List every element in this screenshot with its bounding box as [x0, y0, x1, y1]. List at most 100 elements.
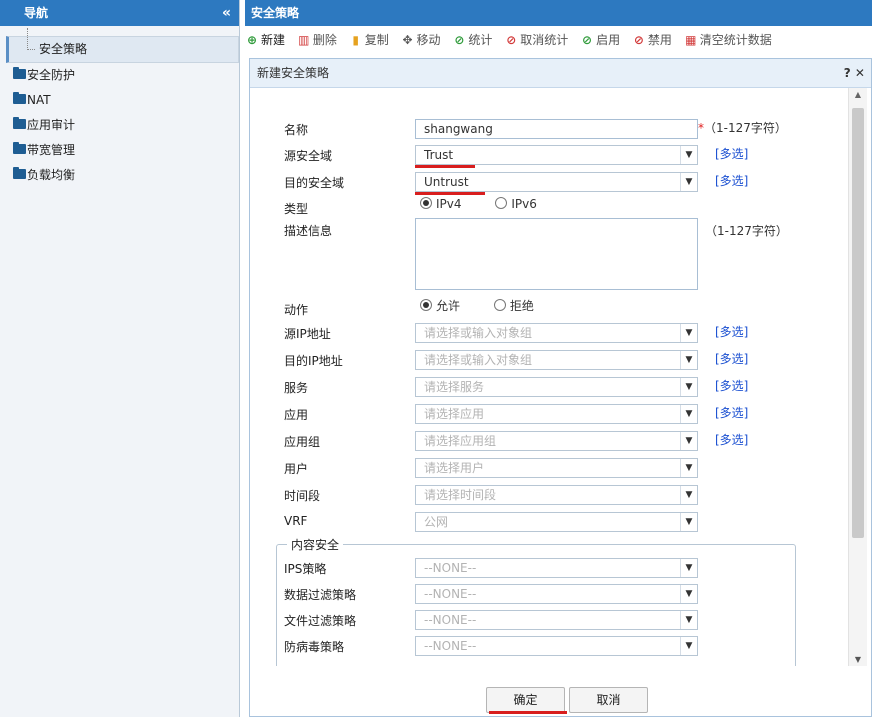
- service-label: 服务: [284, 381, 309, 395]
- ipv4-label: IPv4: [436, 197, 462, 211]
- app-group-select[interactable]: 请选择应用组 ▼: [415, 431, 698, 451]
- description-label: 描述信息: [284, 224, 333, 238]
- antivirus-value: --NONE--: [424, 639, 477, 653]
- toolbar: ⊕ 新建 ▥ 删除 ▮ 复制 ✥ 移动 ⊘ 统计 ⊘ 取消统计 ⊘ 启用 ⊘ 禁用 ▦ 清空统计数…: [245, 26, 872, 54]
- ipv6-radio[interactable]: [495, 197, 508, 209]
- file-filter-label: 文件过滤策略: [284, 614, 357, 628]
- chevron-down-icon[interactable]: ▼: [680, 146, 697, 164]
- chevron-down-icon[interactable]: ▼: [680, 486, 697, 504]
- file-filter-select[interactable]: --NONE-- ▼: [415, 610, 698, 630]
- red-underline: [415, 165, 475, 168]
- user-select[interactable]: 请选择用户 ▼: [415, 458, 698, 478]
- folder-icon: [13, 167, 26, 179]
- allow-radio[interactable]: [420, 299, 432, 311]
- app-group-label: 应用组: [284, 435, 321, 449]
- folder-icon: [13, 92, 26, 104]
- data-filter-select[interactable]: --NONE-- ▼: [415, 584, 698, 604]
- stats-button[interactable]: ⊘ 统计: [452, 26, 492, 54]
- antivirus-select[interactable]: --NONE-- ▼: [415, 636, 698, 656]
- dst-zone-select[interactable]: Untrust ▼: [415, 172, 698, 192]
- vrf-select[interactable]: 公网 ▼: [415, 512, 698, 532]
- time-range-select[interactable]: 请选择时间段 ▼: [415, 485, 698, 505]
- nav-item-security-policy[interactable]: 安全策略: [6, 28, 239, 63]
- scroll-up-icon[interactable]: ▲: [849, 90, 867, 99]
- application-select[interactable]: 请选择应用 ▼: [415, 404, 698, 424]
- chevron-down-icon[interactable]: ▼: [680, 324, 697, 342]
- nav-item-label: NAT: [27, 93, 51, 107]
- dst-zone-value: Untrust: [424, 175, 469, 189]
- dst-zone-multi-link[interactable]: [多选]: [715, 172, 748, 189]
- content-security-legend: 内容安全: [287, 536, 344, 553]
- ips-policy-label: IPS策略: [284, 562, 327, 576]
- application-label: 应用: [284, 408, 309, 422]
- chevron-down-icon[interactable]: ▼: [680, 637, 697, 655]
- application-multi-link[interactable]: [多选]: [715, 404, 748, 421]
- service-multi-link[interactable]: [多选]: [715, 377, 748, 394]
- chevron-down-icon[interactable]: ▼: [680, 459, 697, 477]
- src-zone-label: 源安全域: [284, 149, 333, 163]
- src-ip-placeholder: 请选择或输入对象组: [424, 326, 533, 340]
- service-select[interactable]: 请选择服务 ▼: [415, 377, 698, 397]
- ban-icon: ⊘: [633, 33, 644, 47]
- nav-header: 导航 «: [0, 0, 239, 26]
- nav-item-security-protection[interactable]: 安全防护: [0, 63, 239, 88]
- new-policy-dialog: 新建安全策略 ? ✕ 名称 shangwang *（1-127字符） 源安全域 …: [249, 58, 872, 717]
- chevron-down-icon[interactable]: ▼: [680, 351, 697, 369]
- description-textarea[interactable]: [415, 218, 698, 290]
- clear-stats-icon: ▦: [685, 33, 697, 47]
- src-ip-select[interactable]: 请选择或输入对象组 ▼: [415, 323, 698, 343]
- cancel-icon: ⊘: [506, 33, 517, 47]
- chevron-down-icon[interactable]: ▼: [680, 611, 697, 629]
- chevron-down-icon[interactable]: ▼: [680, 559, 697, 577]
- chevron-down-icon[interactable]: ▼: [680, 585, 697, 603]
- nav-item-nat[interactable]: NAT: [0, 88, 239, 113]
- dst-ip-select[interactable]: 请选择或输入对象组 ▼: [415, 350, 698, 370]
- form-scrollbar[interactable]: ▲ ▼: [848, 88, 867, 666]
- deny-radio[interactable]: [493, 299, 506, 311]
- deny-label: 拒绝: [509, 299, 534, 313]
- chevron-down-icon[interactable]: ▼: [680, 378, 697, 396]
- cancel-button[interactable]: 取消: [569, 687, 648, 713]
- policy-form: 名称 shangwang *（1-127字符） 源安全域 Trust ▼ [多选…: [250, 88, 845, 666]
- copy-button[interactable]: ▮ 复制: [349, 26, 388, 54]
- ok-button[interactable]: 确定: [486, 687, 565, 713]
- name-label: 名称: [284, 123, 309, 137]
- service-placeholder: 请选择服务: [424, 380, 485, 394]
- move-button[interactable]: ✥ 移动: [401, 26, 441, 54]
- chevron-down-icon[interactable]: ▼: [680, 513, 697, 531]
- enable-button[interactable]: ⊘ 启用: [580, 26, 620, 54]
- ips-policy-select[interactable]: --NONE-- ▼: [415, 558, 698, 578]
- chevron-down-icon[interactable]: ▼: [680, 432, 697, 450]
- src-ip-label: 源IP地址: [284, 327, 331, 341]
- app-group-placeholder: 请选择应用组: [424, 434, 497, 448]
- ipv4-radio[interactable]: [420, 197, 432, 209]
- vrf-label: VRF: [284, 514, 308, 528]
- name-input[interactable]: shangwang: [415, 119, 698, 139]
- collapse-icon[interactable]: «: [222, 0, 231, 26]
- name-hint: （1-127字符）: [704, 121, 787, 135]
- scroll-thumb[interactable]: [852, 108, 864, 538]
- chevron-down-icon[interactable]: ▼: [680, 173, 697, 191]
- dialog-button-bar: 确定 取消: [250, 673, 871, 717]
- disable-button[interactable]: ⊘ 禁用: [632, 26, 672, 54]
- chevron-down-icon[interactable]: ▼: [680, 405, 697, 423]
- src-zone-select[interactable]: Trust ▼: [415, 145, 698, 165]
- nav-item-app-audit[interactable]: 应用审计: [0, 113, 239, 138]
- action-label: 动作: [284, 303, 309, 317]
- delete-button[interactable]: ▥ 删除: [297, 26, 337, 54]
- nav-item-bandwidth[interactable]: 带宽管理: [0, 138, 239, 163]
- time-range-label: 时间段: [284, 489, 321, 503]
- cancel-stats-button[interactable]: ⊘ 取消统计: [504, 26, 568, 54]
- src-zone-multi-link[interactable]: [多选]: [715, 145, 748, 162]
- clear-stats-button[interactable]: ▦ 清空统计数据: [684, 26, 772, 54]
- scroll-down-icon[interactable]: ▼: [849, 655, 867, 664]
- new-button[interactable]: ⊕ 新建: [245, 26, 285, 54]
- dst-ip-multi-link[interactable]: [多选]: [715, 350, 748, 367]
- app-group-multi-link[interactable]: [多选]: [715, 431, 748, 448]
- help-close-icon[interactable]: ? ✕: [844, 59, 865, 87]
- vrf-value: 公网: [424, 515, 449, 529]
- navigation-panel: 导航 « 安全策略 安全防护 NAT 应用审计 带宽管理 负载均衡: [0, 0, 240, 717]
- nav-item-load-balance[interactable]: 负载均衡: [0, 163, 239, 188]
- application-placeholder: 请选择应用: [424, 407, 485, 421]
- src-ip-multi-link[interactable]: [多选]: [715, 323, 748, 340]
